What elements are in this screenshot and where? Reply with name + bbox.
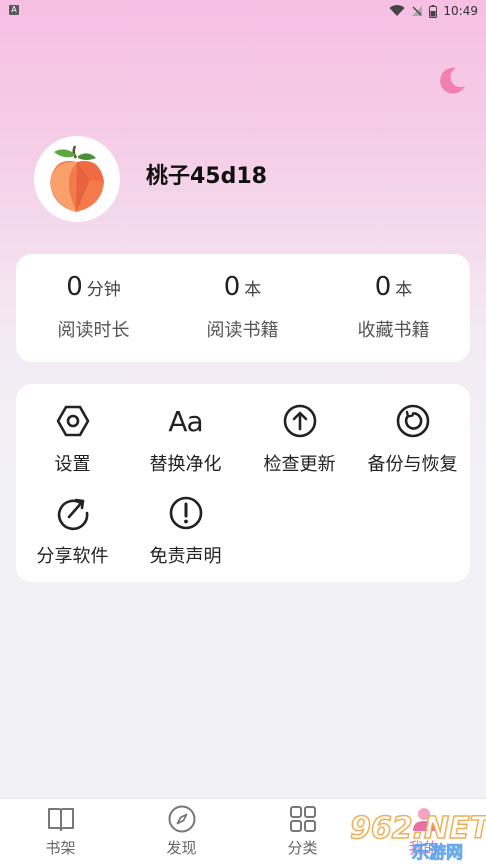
settings-button[interactable]: 设置 [16, 402, 129, 476]
watermark-text: 962.NET [350, 811, 486, 846]
stat-value: 0 [223, 272, 241, 302]
nav-discover[interactable]: 发现 [121, 803, 242, 858]
action-label: 检查更新 [263, 454, 336, 475]
font-aa-icon: Aa [168, 404, 203, 438]
clock: 10:49 [443, 4, 478, 18]
username: 桃子45d18 [146, 164, 267, 189]
reading-stats-card: 0 分钟 阅读时长 0本 阅读书籍 0本 收藏书籍 [16, 254, 470, 362]
grid-icon [289, 806, 316, 832]
disclaimer-button[interactable]: 免责声明 [129, 494, 242, 568]
stat-label: 阅读时长 [57, 320, 130, 341]
exclamation-circle-icon [169, 496, 202, 530]
app-notification-icon: A [9, 5, 19, 15]
action-label: 设置 [54, 454, 91, 475]
stat-value: 0 [374, 272, 392, 302]
nav-label: 书架 [45, 839, 76, 857]
stat-unit: 分钟 [86, 280, 121, 300]
share-app-button[interactable]: 分享软件 [16, 494, 129, 568]
actions-card: 设置 Aa 替换净化 检查更新 备份与恢复 分享软件 免责声明 [16, 384, 470, 582]
battery-icon [429, 4, 438, 18]
stat-label: 阅读书籍 [206, 320, 279, 341]
arrow-up-circle-icon [283, 404, 316, 438]
signal-off-icon [412, 6, 423, 16]
stat-unit: 本 [395, 280, 413, 300]
wifi-icon [389, 5, 405, 17]
stat-books-favorited: 0本 收藏书籍 [318, 272, 469, 342]
restore-circle-icon [396, 404, 429, 438]
backup-restore-button[interactable]: 备份与恢复 [356, 402, 469, 476]
nav-label: 分类 [287, 839, 318, 857]
stat-value: 0 [66, 272, 83, 302]
share-arrow-icon [57, 498, 88, 531]
moon-icon[interactable] [436, 64, 468, 96]
action-label: 备份与恢复 [367, 454, 458, 475]
check-update-button[interactable]: 检查更新 [243, 402, 356, 476]
action-label: 免责声明 [149, 546, 222, 567]
stat-label: 收藏书籍 [357, 320, 430, 341]
watermark-logo: 962.NET 乐游网 [349, 810, 486, 862]
status-icons: 10:49 [389, 2, 478, 20]
book-icon [47, 808, 74, 831]
stat-reading-time: 0 分钟 阅读时长 [18, 272, 169, 342]
status-bar: A 10:49 [0, 0, 486, 22]
replace-purify-button[interactable]: Aa 替换净化 [129, 402, 242, 476]
peach-logo-icon [50, 145, 104, 212]
compass-icon [168, 805, 195, 833]
stat-books-read: 0本 阅读书籍 [167, 272, 318, 342]
action-label: 分享软件 [36, 546, 109, 567]
nav-bookshelf[interactable]: 书架 [0, 803, 121, 858]
stat-unit: 本 [244, 280, 262, 300]
gear-hexagon-icon [56, 405, 89, 437]
nav-category[interactable]: 分类 [242, 803, 363, 858]
nav-label: 发现 [166, 839, 197, 857]
avatar[interactable] [34, 136, 120, 222]
action-label: 替换净化 [149, 454, 222, 475]
watermark-subtext: 乐游网 [412, 842, 463, 862]
